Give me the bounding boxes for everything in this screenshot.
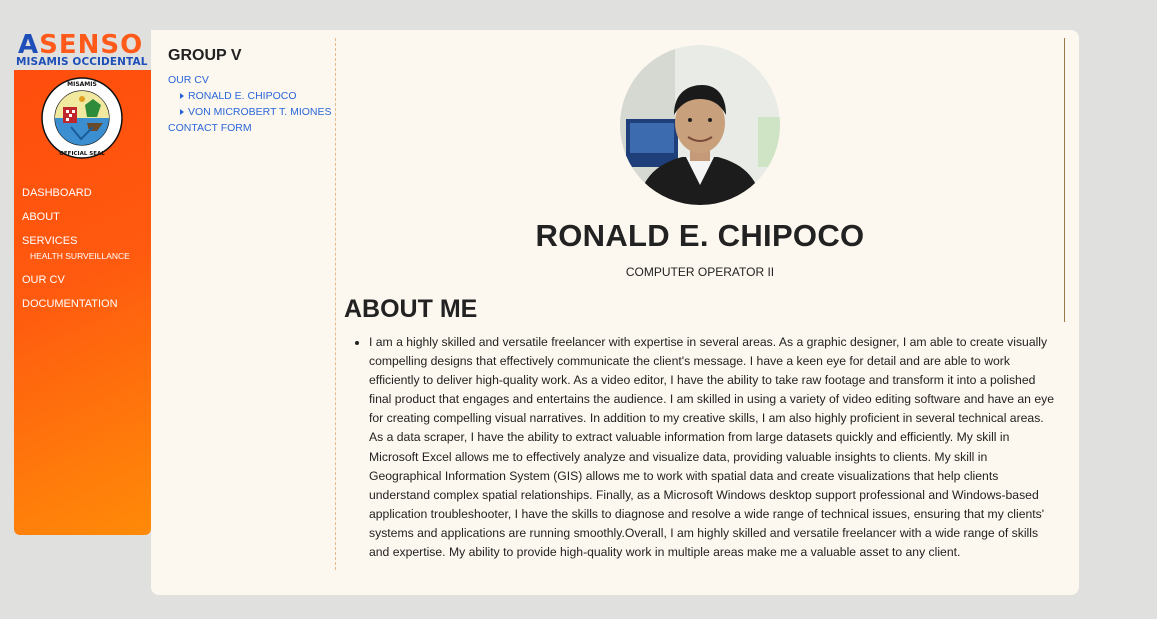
sidebar-nav: DASHBOARD ABOUT SERVICES HEALTH SURVEILL… [22,186,130,321]
toc-title: GROUP V [168,47,242,64]
about-paragraph: I am a highly skilled and versatile free… [369,333,1060,562]
toc-link-von-miones[interactable]: VON MICROBERT T. MIONES [168,104,333,120]
logo-subtitle: MISAMIS OCCIDENTAL [16,56,148,68]
provincial-seal-icon: MISAMIS OFFICIAL SEAL [41,77,123,159]
logo-wordmark: ASENSO [18,30,144,60]
toc-link-our-cv[interactable]: OUR CV [168,72,333,88]
svg-text:OFFICIAL SEAL: OFFICIAL SEAL [59,151,105,157]
main-card: GROUP V OUR CV RONALD E. CHIPOCO VON MIC… [151,30,1079,595]
toc-link-ronald-chipoco[interactable]: RONALD E. CHIPOCO [168,88,333,104]
toc-divider [335,38,336,570]
sidebar-item-documentation[interactable]: DOCUMENTATION [22,297,130,311]
asenso-logo[interactable]: ASENSO MISAMIS OCCIDENTAL [14,30,151,70]
profile-photo-image [620,45,780,205]
right-rule [1064,38,1065,322]
sidebar-item-services[interactable]: SERVICES [22,234,130,248]
cv-toc: GROUP V OUR CV RONALD E. CHIPOCO VON MIC… [168,46,333,136]
profile-role: COMPUTER OPERATOR II [625,265,775,279]
page: ASENSO MISAMIS OCCIDENTAL MISAMIS OFFICI… [0,0,1157,619]
sidebar-subitem-health-surveillance[interactable]: HEALTH SURVEILLANCE [30,251,130,261]
toc-link-contact-form[interactable]: CONTACT FORM [168,120,333,136]
profile-name: RONALD E. CHIPOCO [535,218,865,253]
sidebar: MISAMIS OFFICIAL SEAL DASHBOARD ABOUT SE… [14,70,151,535]
sidebar-item-dashboard[interactable]: DASHBOARD [22,186,130,200]
svg-text:MISAMIS: MISAMIS [67,81,97,88]
about-heading: ABOUT ME [344,295,478,323]
cv-content[interactable]: RONALD E. CHIPOCO COMPUTER OPERATOR II A… [344,30,1060,570]
sidebar-item-our-cv[interactable]: OUR CV [22,273,130,287]
about-list: I am a highly skilled and versatile free… [344,333,1060,562]
sidebar-item-about[interactable]: ABOUT [22,210,130,224]
profile-photo [620,45,780,205]
